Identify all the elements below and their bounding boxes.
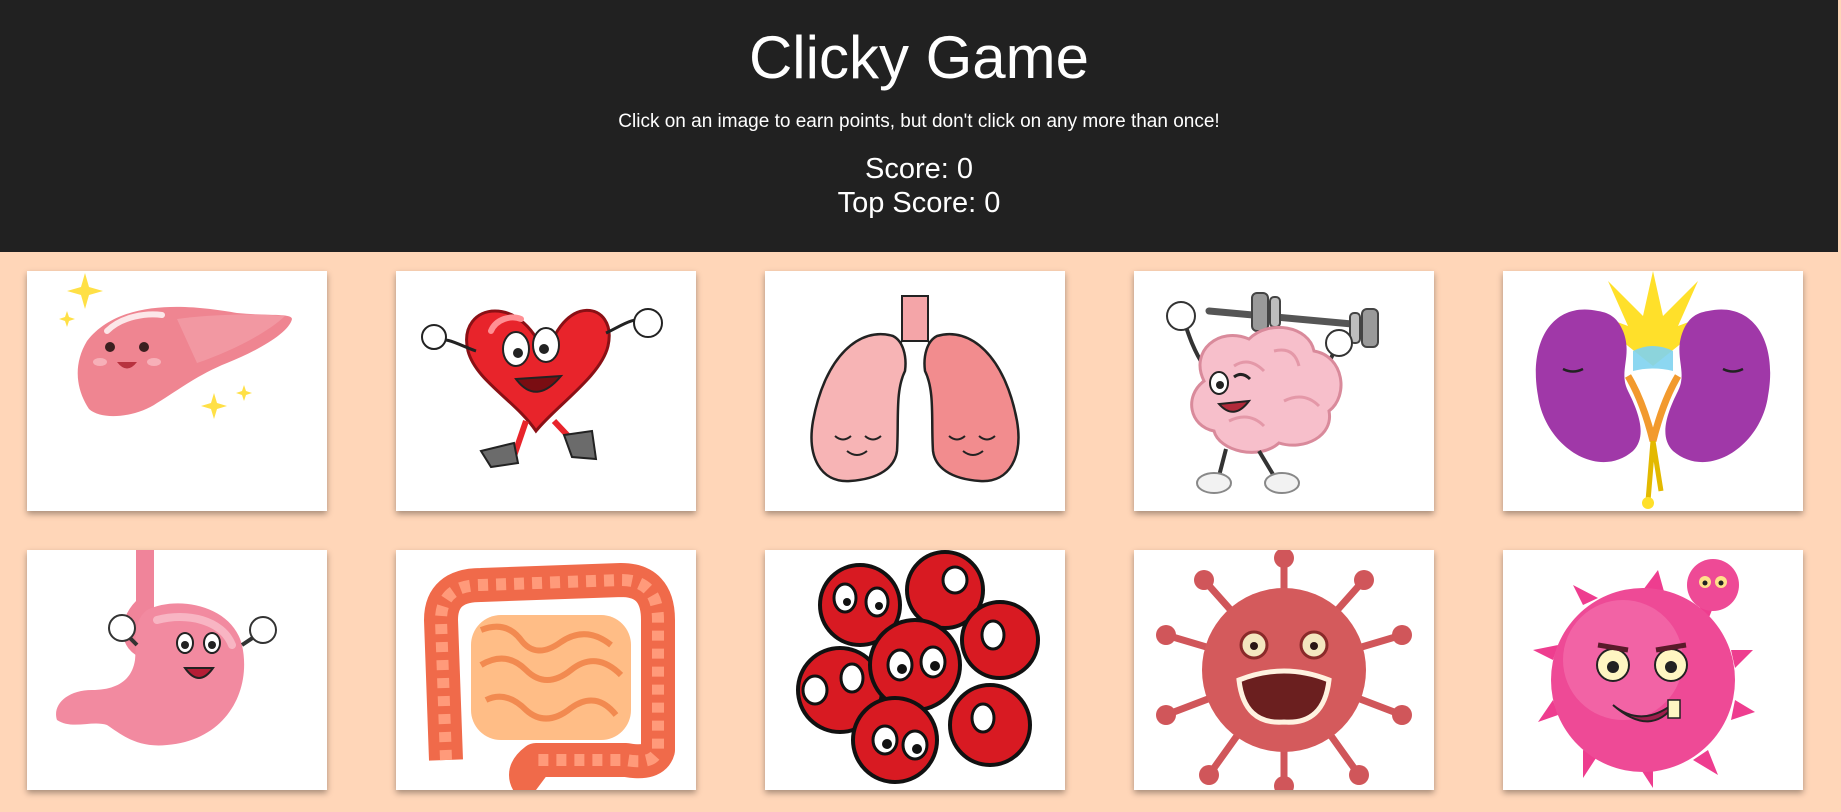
score-display: Score: 0 — [865, 153, 973, 185]
card-germ[interactable] — [1503, 550, 1803, 790]
card-stomach[interactable] — [27, 550, 327, 790]
card-lungs[interactable] — [765, 271, 1065, 511]
lungs-icon — [810, 295, 1020, 483]
header: Clicky Game Click on an image to earn po… — [0, 0, 1838, 252]
card-kidneys[interactable] — [1503, 271, 1803, 511]
top-score-display: Top Score: 0 — [837, 187, 1001, 219]
card-virus[interactable] — [1134, 550, 1434, 790]
liver-icon — [59, 273, 292, 419]
instructions-text: Click on an image to earn points, but do… — [618, 111, 1220, 132]
card-intestines[interactable] — [396, 550, 696, 790]
intestines-icon — [424, 563, 675, 790]
blood-cells-icon — [796, 550, 1040, 784]
card-heart[interactable] — [396, 271, 696, 511]
virus-icon — [1156, 550, 1412, 790]
card-liver[interactable] — [27, 271, 327, 511]
card-blood-cells[interactable] — [765, 550, 1065, 790]
kidneys-icon — [1535, 271, 1771, 509]
stomach-icon — [56, 550, 277, 746]
brain-icon — [1166, 292, 1379, 494]
germ-icon — [1533, 559, 1755, 788]
page-title: Clicky Game — [748, 24, 1090, 91]
heart-icon — [421, 308, 663, 469]
card-brain[interactable] — [1134, 271, 1434, 511]
